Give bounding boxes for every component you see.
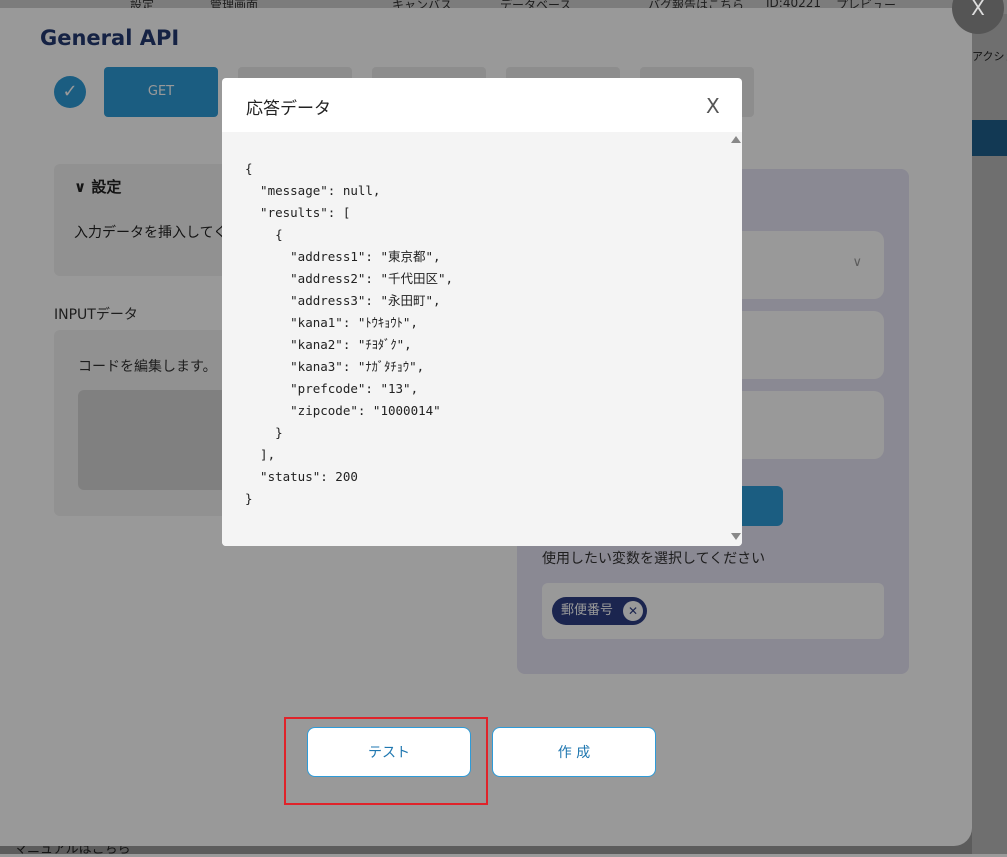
create-button[interactable]: 作 成 (492, 727, 656, 777)
scrollbar[interactable] (728, 132, 742, 546)
close-icon[interactable]: X (706, 94, 720, 118)
test-button-highlight (284, 717, 488, 805)
response-json: { "message": null, "results": [ { "addre… (245, 161, 454, 506)
dialog-title: 応答データ (246, 99, 331, 119)
scroll-up-icon[interactable] (731, 136, 741, 143)
response-code-block: { "message": null, "results": [ { "addre… (222, 132, 728, 546)
response-data-dialog: 応答データ X { "message": null, "results": [ … (222, 78, 742, 546)
scroll-down-icon[interactable] (731, 533, 741, 540)
